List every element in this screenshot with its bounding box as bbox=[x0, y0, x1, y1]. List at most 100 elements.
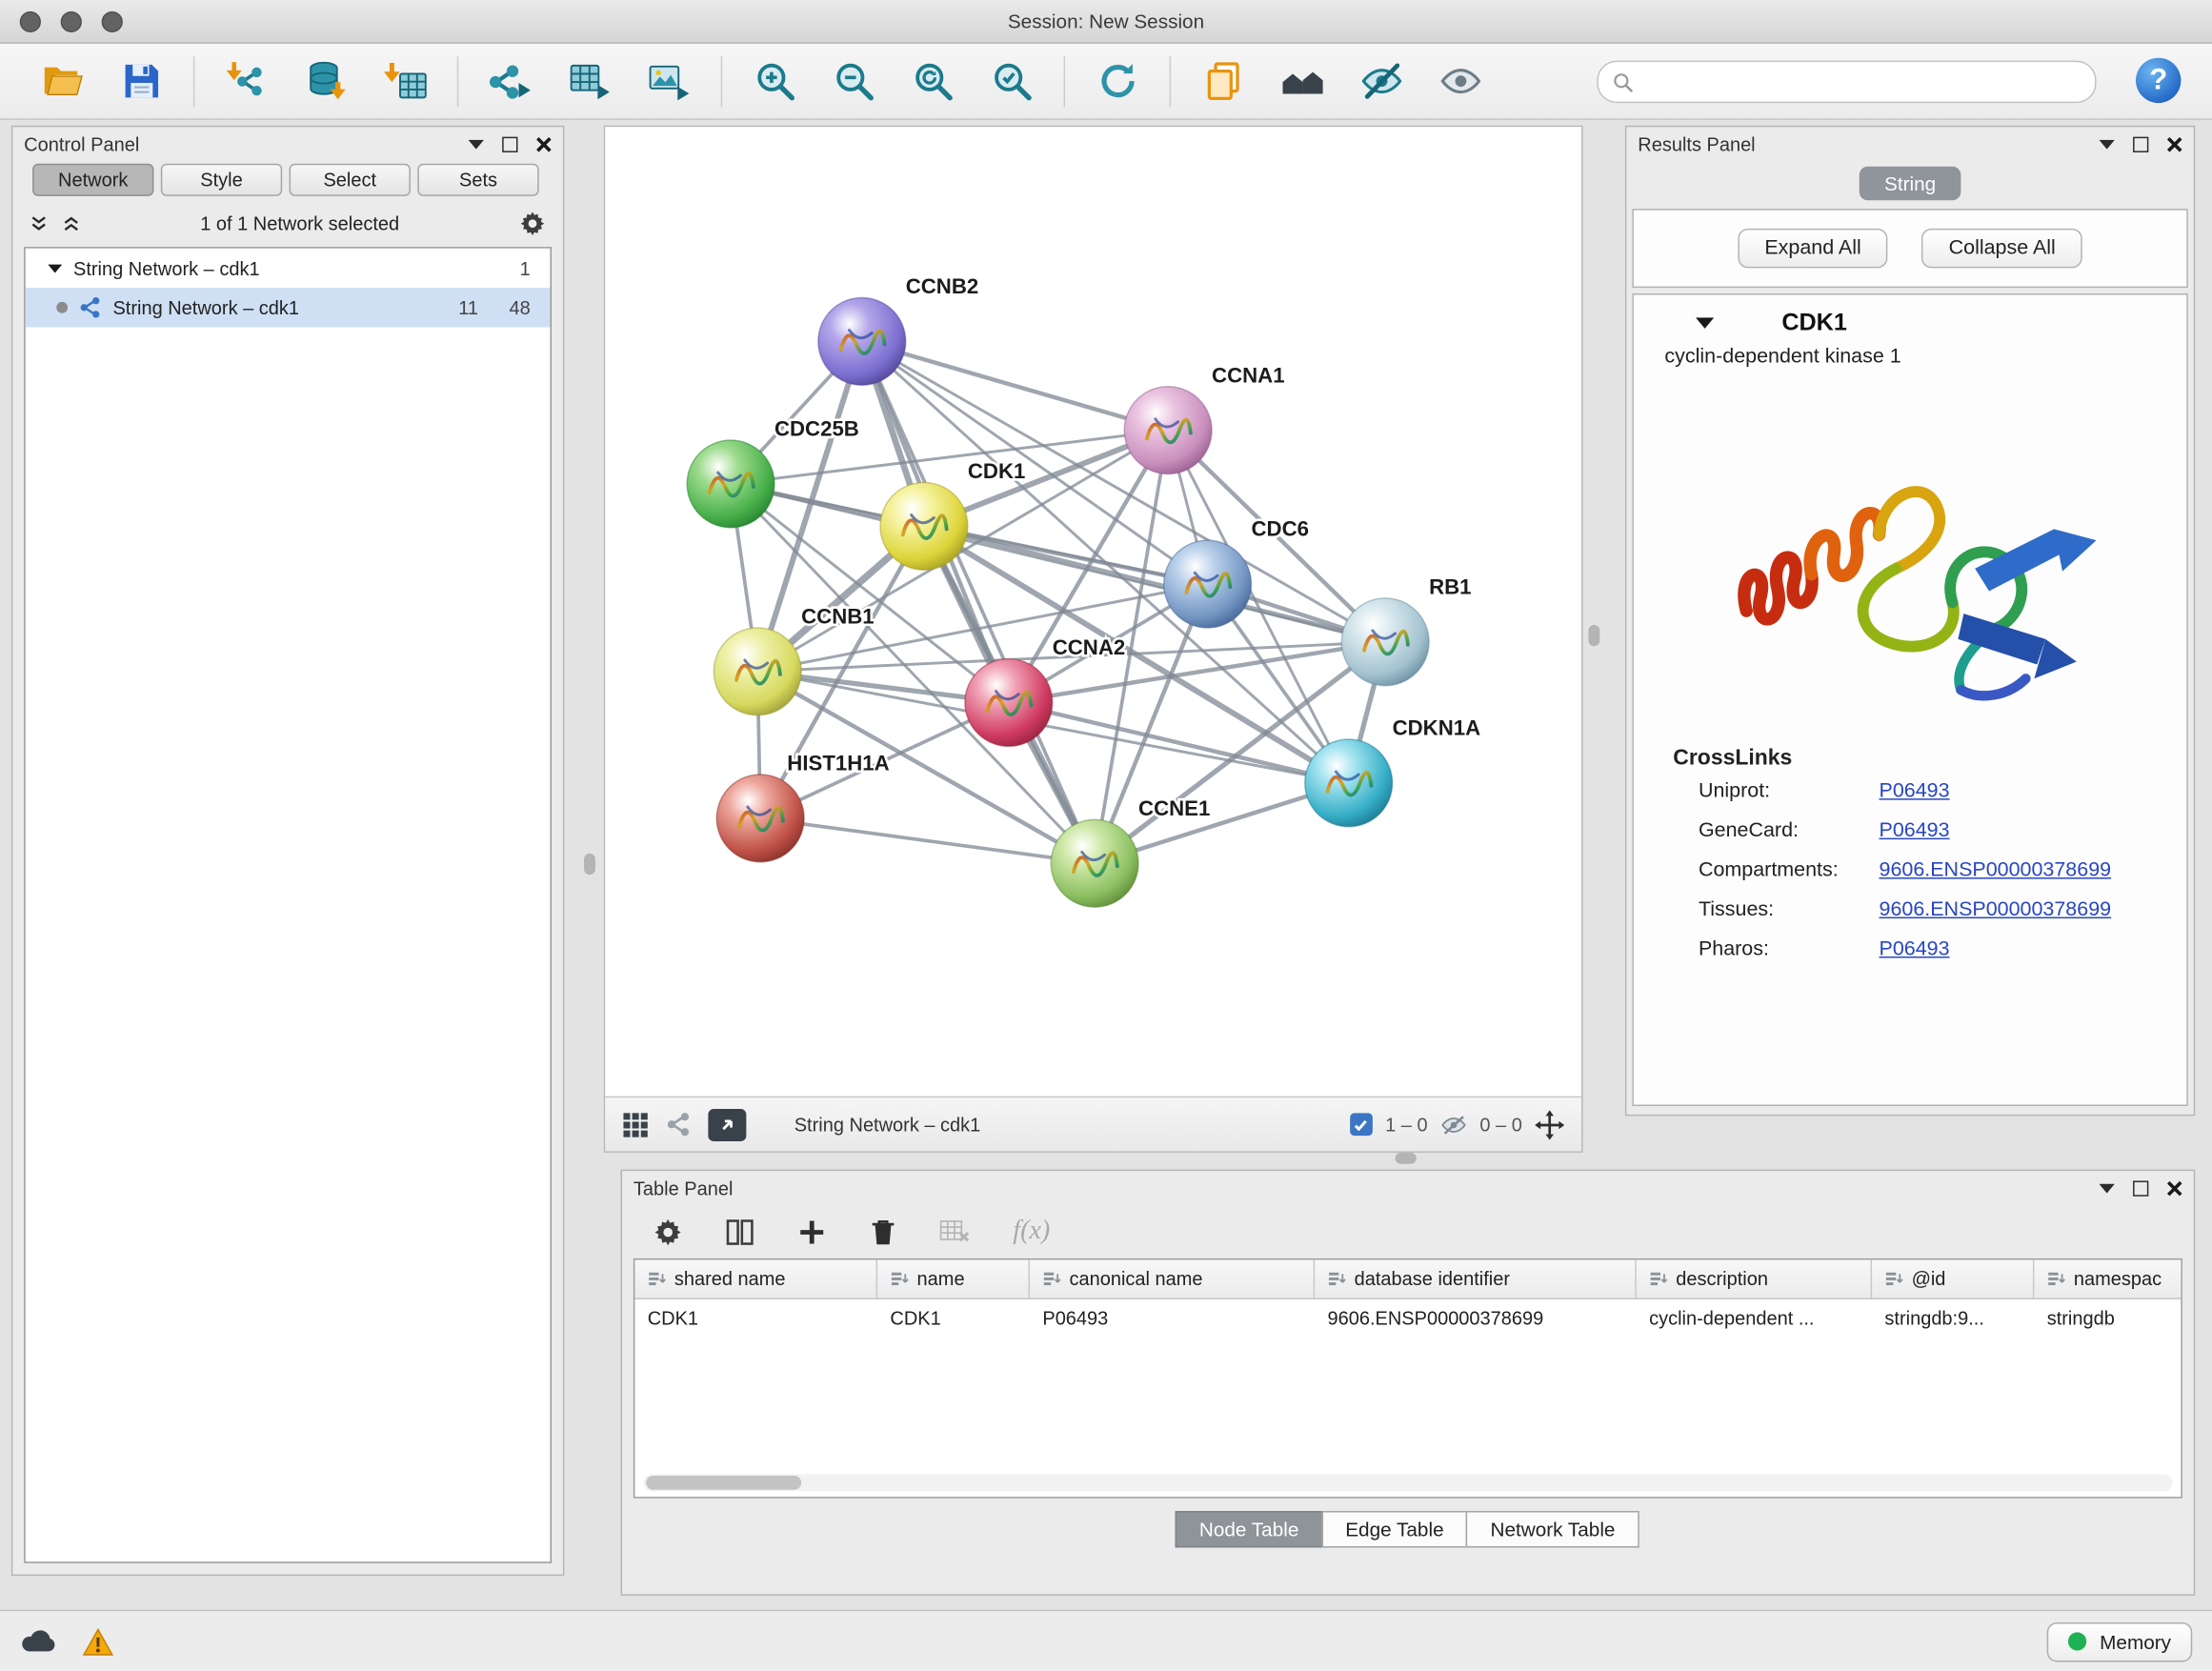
pan-crosshair-icon[interactable] bbox=[1535, 1110, 1564, 1139]
network-canvas[interactable]: CCNB2CCNA1CDC25BCDK1CDC6RB1CCNB1CCNA2CDK… bbox=[605, 127, 1581, 1096]
network-node-CCNE1[interactable]: CCNE1 bbox=[1051, 796, 1210, 907]
cell-database-identifier[interactable]: 9606.ENSP00000378699 bbox=[1315, 1308, 1637, 1329]
copy-document-button[interactable] bbox=[1191, 50, 1256, 112]
zoom-selected-button[interactable] bbox=[979, 50, 1044, 112]
table-row[interactable]: CDK1 CDK1 P06493 9606.ENSP00000378699 cy… bbox=[634, 1299, 2181, 1338]
import-table-file-button[interactable] bbox=[372, 50, 437, 112]
help-button[interactable]: ? bbox=[2136, 58, 2181, 103]
panel-menu-caret-icon[interactable] bbox=[469, 139, 484, 149]
splitter-handle[interactable] bbox=[1588, 625, 1599, 646]
cloud-icon[interactable] bbox=[20, 1628, 59, 1655]
open-session-button[interactable] bbox=[30, 50, 94, 112]
column-header[interactable]: canonical name bbox=[1030, 1259, 1315, 1298]
save-session-button[interactable] bbox=[109, 50, 173, 112]
splitter-handle[interactable] bbox=[584, 854, 595, 875]
expand-all-chevrons-icon[interactable] bbox=[30, 213, 48, 232]
show-columns-icon[interactable] bbox=[725, 1217, 754, 1246]
crosslink-tissues-link[interactable]: 9606.ENSP00000378699 bbox=[1880, 898, 2112, 921]
crosslink-genecard-link[interactable]: P06493 bbox=[1880, 819, 1950, 842]
panel-float-icon[interactable] bbox=[2133, 136, 2148, 151]
control-panel-title: Control Panel bbox=[24, 133, 468, 154]
panel-close-icon[interactable] bbox=[2167, 1180, 2182, 1196]
tab-sets[interactable]: Sets bbox=[417, 164, 538, 196]
delete-table-icon[interactable] bbox=[939, 1218, 971, 1246]
collapse-all-chevrons-icon[interactable] bbox=[62, 213, 80, 232]
cell-name[interactable]: CDK1 bbox=[877, 1308, 1030, 1329]
delete-column-trash-icon[interactable] bbox=[869, 1217, 897, 1246]
crosslink-compartments-link[interactable]: 9606.ENSP00000378699 bbox=[1880, 859, 2112, 882]
cell-canonical-name[interactable]: P06493 bbox=[1030, 1308, 1315, 1329]
new-network-button[interactable] bbox=[478, 50, 543, 112]
crosslink-pharos-link[interactable]: P06493 bbox=[1880, 938, 1950, 961]
section-caret-icon[interactable] bbox=[1696, 317, 1714, 329]
tab-style[interactable]: Style bbox=[161, 164, 282, 196]
new-table-button[interactable] bbox=[557, 50, 622, 112]
column-header[interactable]: description bbox=[1637, 1259, 1872, 1298]
column-header[interactable]: database identifier bbox=[1315, 1259, 1637, 1298]
panel-close-icon[interactable] bbox=[2167, 136, 2182, 151]
cell-shared-name[interactable]: CDK1 bbox=[634, 1308, 877, 1329]
splitter-handle[interactable] bbox=[1396, 1153, 1417, 1164]
add-column-plus-icon[interactable] bbox=[797, 1217, 827, 1246]
column-header[interactable]: namespac bbox=[2034, 1259, 2182, 1298]
export-network-button[interactable] bbox=[708, 1108, 746, 1140]
cell-id[interactable]: stringdb:9... bbox=[1872, 1308, 2034, 1329]
network-node-RB1[interactable]: RB1 bbox=[1341, 574, 1471, 685]
protein-section-header[interactable]: CDK1 bbox=[1634, 294, 2186, 342]
panel-float-icon[interactable] bbox=[2133, 1180, 2148, 1196]
zoom-out-button[interactable] bbox=[821, 50, 886, 112]
cell-namespace[interactable]: stringdb bbox=[2034, 1308, 2182, 1329]
zoom-in-button[interactable] bbox=[742, 50, 807, 112]
network-collection-row[interactable]: String Network – cdk1 1 bbox=[26, 249, 551, 288]
gear-icon[interactable] bbox=[519, 210, 546, 236]
export-image-button[interactable] bbox=[636, 50, 701, 112]
table-gear-icon[interactable] bbox=[654, 1217, 683, 1246]
panel-menu-caret-icon[interactable] bbox=[2100, 1183, 2115, 1193]
birds-eye-view-icon[interactable] bbox=[622, 1111, 649, 1137]
hide-selection-button[interactable] bbox=[1349, 50, 1414, 112]
network-overview-icon[interactable] bbox=[666, 1112, 692, 1137]
network-node-HIST1H1A[interactable]: HIST1H1A bbox=[716, 752, 889, 862]
network-row-selected[interactable]: String Network – cdk1 11 48 bbox=[26, 288, 551, 327]
network-node-CDK1[interactable]: CDK1 bbox=[880, 459, 1025, 570]
tree-caret-icon[interactable] bbox=[48, 263, 62, 272]
selected-checkbox-icon[interactable] bbox=[1350, 1113, 1373, 1136]
tab-node-table[interactable]: Node Table bbox=[1176, 1511, 1323, 1548]
control-panel-header: Control Panel bbox=[12, 127, 563, 161]
tab-select[interactable]: Select bbox=[290, 164, 411, 196]
warning-icon[interactable] bbox=[82, 1627, 114, 1656]
horizontal-scrollbar[interactable] bbox=[643, 1474, 2172, 1491]
import-network-database-button[interactable] bbox=[293, 50, 358, 112]
panel-close-icon[interactable] bbox=[536, 136, 552, 151]
collapse-all-button[interactable]: Collapse All bbox=[1921, 229, 2081, 268]
search-input[interactable] bbox=[1642, 70, 2081, 93]
tab-network[interactable]: Network bbox=[32, 164, 153, 196]
table-panel-header: Table Panel bbox=[622, 1171, 2194, 1205]
refresh-icon bbox=[1096, 59, 1139, 103]
memory-button[interactable]: Memory bbox=[2047, 1621, 2192, 1661]
network-node-CCNA1[interactable]: CCNA1 bbox=[1124, 363, 1284, 473]
home-button[interactable] bbox=[1270, 50, 1335, 112]
expand-all-button[interactable]: Expand All bbox=[1738, 229, 1888, 268]
tab-edge-table[interactable]: Edge Table bbox=[1321, 1511, 1468, 1548]
column-header[interactable]: shared name bbox=[634, 1259, 877, 1298]
window-zoom-button[interactable] bbox=[102, 11, 123, 32]
scrollbar-thumb[interactable] bbox=[646, 1476, 801, 1490]
zoom-fit-button[interactable] bbox=[900, 50, 965, 112]
column-header[interactable]: name bbox=[877, 1259, 1030, 1298]
show-all-button[interactable] bbox=[1428, 50, 1493, 112]
import-network-file-button[interactable] bbox=[214, 50, 279, 112]
function-builder-icon[interactable]: f(x) bbox=[1013, 1217, 1050, 1248]
crosslink-label: Uniprot: bbox=[1699, 780, 1880, 803]
crosslink-uniprot-link[interactable]: P06493 bbox=[1880, 780, 1950, 803]
refresh-layout-button[interactable] bbox=[1085, 50, 1150, 112]
string-results-tab[interactable]: String bbox=[1859, 167, 1961, 201]
panel-float-icon[interactable] bbox=[502, 136, 517, 151]
cell-description[interactable]: cyclin-dependent ... bbox=[1637, 1308, 1872, 1329]
tab-network-table[interactable]: Network Table bbox=[1466, 1511, 1639, 1548]
column-header[interactable]: @id bbox=[1872, 1259, 2034, 1298]
network-node-CDKN1A[interactable]: CDKN1A bbox=[1305, 716, 1480, 827]
window-close-button[interactable] bbox=[20, 11, 41, 32]
window-minimize-button[interactable] bbox=[61, 11, 82, 32]
panel-menu-caret-icon[interactable] bbox=[2100, 139, 2115, 149]
